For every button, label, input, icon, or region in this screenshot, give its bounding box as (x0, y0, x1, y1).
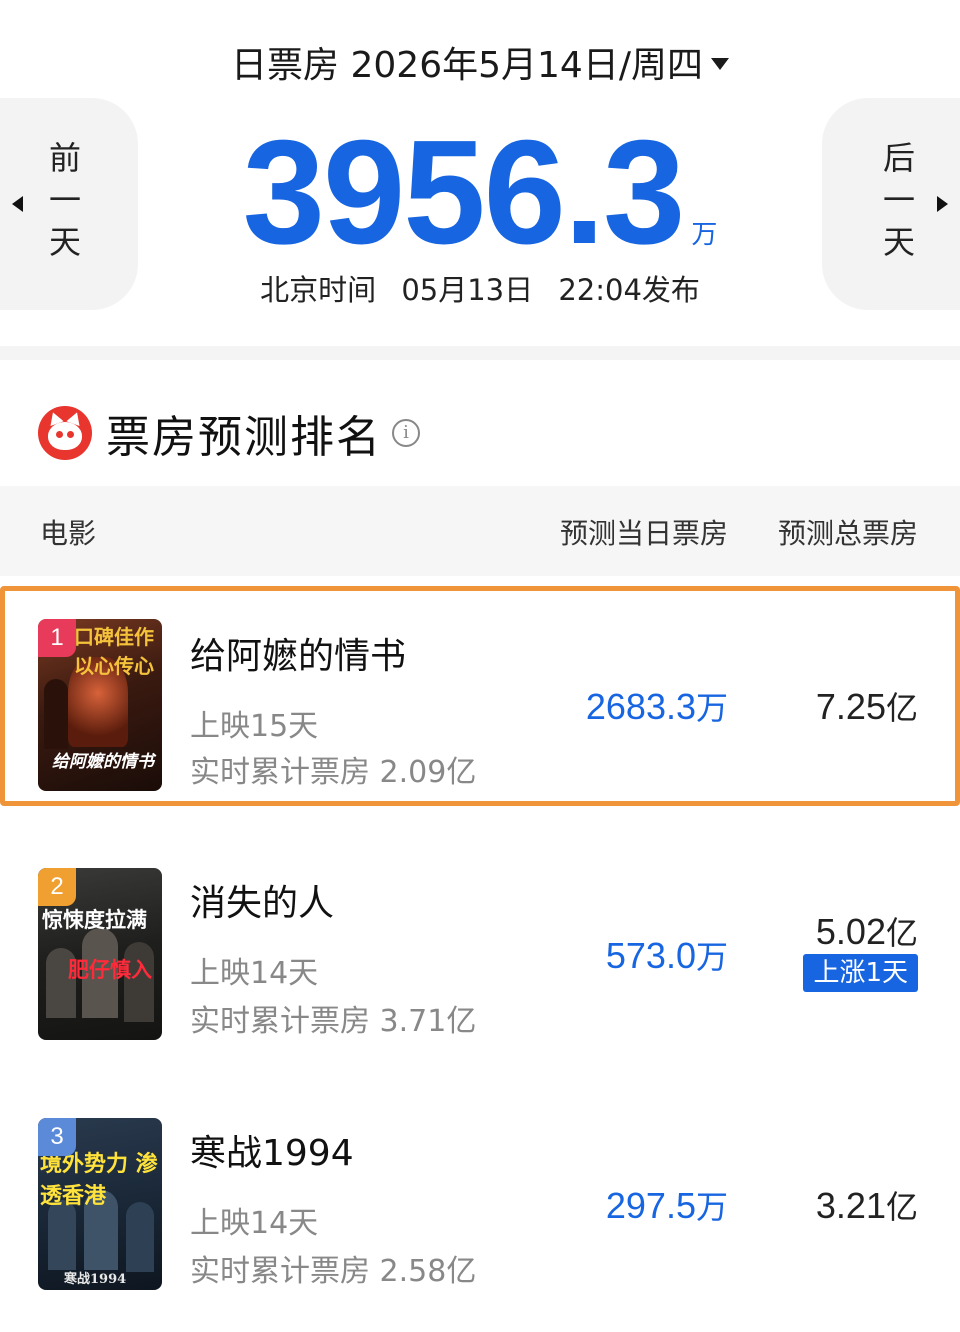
predicted-day-value: 2683.3万 (586, 683, 728, 729)
date-label: 日票房 2026年5月14日/周四 (231, 45, 703, 86)
movie-row[interactable]: 惊悚度拉满 肥仔慎入 2 消失的人 上映14天 实时累计票房 3.71亿 573… (0, 840, 960, 1060)
cumulative-box-office: 实时累计票房 2.09亿 (190, 755, 477, 790)
section-divider (0, 346, 960, 360)
date-selector[interactable]: 日票房 2026年5月14日/周四 (0, 40, 960, 92)
publish-time: 22:04发布 (558, 273, 700, 307)
column-header-predicted-total[interactable]: 预测总票房 (778, 512, 918, 552)
predicted-day-number: 573.0 (605, 935, 696, 976)
predicted-total-unit: 亿 (885, 914, 918, 952)
predicted-total-value: 7.25亿 (816, 683, 918, 729)
poster-title-bottom: 肥仔慎入 (68, 957, 152, 982)
predicted-day-unit: 万 (695, 1188, 728, 1226)
rise-days-tag: 上涨1天 (803, 954, 918, 992)
predicted-day-number: 2683.3 (585, 686, 696, 727)
poster-title-bottom: 给阿嬷的情书 (52, 752, 154, 772)
rank-badge: 2 (38, 868, 76, 906)
predicted-day-number: 297.5 (605, 1185, 696, 1226)
release-days: 上映15天 (190, 709, 319, 744)
movie-title: 给阿嬷的情书 (190, 636, 407, 677)
rank-badge: 1 (38, 619, 76, 657)
movie-row[interactable]: 口碑佳作 以心传心 给阿嬷的情书 1 给阿嬷的情书 上映15天 实时累计票房 2… (0, 586, 960, 806)
predicted-total-value: 5.02亿 (816, 908, 918, 954)
predicted-total-value: 3.21亿 (816, 1182, 918, 1228)
movie-title: 消失的人 (190, 883, 335, 924)
rank-badge: 3 (38, 1118, 76, 1156)
section-header: 票房预测排名 i (38, 398, 420, 468)
movie-poster: 惊悚度拉满 肥仔慎入 2 (38, 868, 162, 1040)
predicted-day-value: 297.5万 (606, 1182, 728, 1228)
release-days: 上映14天 (190, 1206, 319, 1241)
maoyan-cat-icon (38, 406, 92, 460)
predicted-total-unit: 亿 (885, 1188, 918, 1226)
info-circle-icon[interactable]: i (392, 419, 420, 447)
table-header: 电影 预测当日票房 预测总票房 (0, 486, 960, 576)
cumulative-box-office: 实时累计票房 3.71亿 (190, 1004, 477, 1039)
predicted-total-number: 7.25 (815, 686, 886, 727)
publish-info: 北京时间 05月13日 22:04发布 (0, 270, 960, 310)
poster-title-bottom: 寒战1994 (64, 1272, 127, 1287)
movie-poster: 境外势力 渗透香港 寒战1994 3 (38, 1118, 162, 1290)
predicted-total-number: 3.21 (815, 1185, 886, 1226)
publish-date: 05月13日 (401, 273, 534, 307)
total-box-office: 3956.3 万 (0, 118, 960, 268)
movie-poster: 口碑佳作 以心传心 给阿嬷的情书 1 (38, 619, 162, 791)
predicted-total-unit: 亿 (885, 689, 918, 727)
total-value: 3956.3 (242, 110, 686, 275)
poster-title-top: 惊悚度拉满 (42, 907, 147, 932)
movie-title: 寒战1994 (190, 1133, 354, 1174)
poster-title-top: 口碑佳作 以心传心 (74, 625, 154, 678)
total-unit: 万 (691, 220, 718, 250)
section-title: 票房预测排名 (106, 412, 382, 463)
movie-row[interactable]: 境外势力 渗透香港 寒战1994 3 寒战1994 上映14天 实时累计票房 2… (0, 1090, 960, 1310)
predicted-day-unit: 万 (695, 938, 728, 976)
predicted-total-number: 5.02 (815, 911, 886, 952)
predicted-day-value: 573.0万 (606, 932, 728, 978)
column-header-predicted-day[interactable]: 预测当日票房 (560, 512, 728, 552)
release-days: 上映14天 (190, 956, 319, 991)
column-header-movie: 电影 (40, 517, 97, 550)
caret-down-icon (710, 58, 729, 70)
predicted-day-unit: 万 (695, 689, 728, 727)
cumulative-box-office: 实时累计票房 2.58亿 (190, 1254, 477, 1289)
publish-zone: 北京时间 (260, 273, 377, 307)
